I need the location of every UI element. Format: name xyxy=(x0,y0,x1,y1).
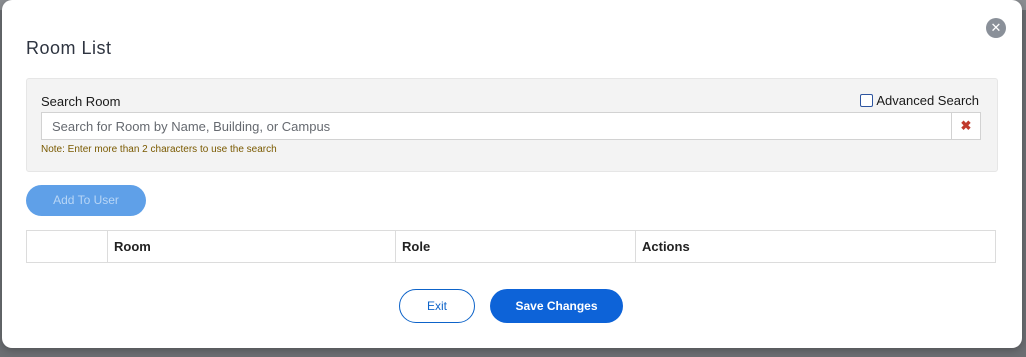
advanced-search-checkbox[interactable] xyxy=(860,94,874,107)
table-header-actions: Actions xyxy=(642,239,690,254)
save-changes-button[interactable]: Save Changes xyxy=(490,289,623,323)
add-to-user-button[interactable]: Add To User xyxy=(26,185,146,216)
exit-button[interactable]: Exit xyxy=(399,289,475,323)
room-table: Room Role Actions xyxy=(26,230,996,263)
close-icon[interactable]: ✕ xyxy=(986,18,1006,38)
advanced-search-label: Advanced Search xyxy=(876,93,979,108)
search-room-label: Search Room xyxy=(41,94,121,109)
table-header-room: Room xyxy=(108,231,396,262)
search-note: Note: Enter more than 2 characters to us… xyxy=(41,144,277,155)
room-list-modal: ✕ Room List Search Room Advanced Search … xyxy=(2,0,1022,348)
advanced-search-toggle[interactable]: Advanced Search xyxy=(860,93,979,108)
clear-search-icon[interactable]: ✖ xyxy=(951,112,981,140)
search-panel: Search Room Advanced Search ✖ Note: Ente… xyxy=(26,78,998,172)
table-header-role: Role xyxy=(396,231,636,262)
search-input[interactable] xyxy=(41,112,951,140)
modal-title: Room List xyxy=(26,38,112,58)
table-header-select xyxy=(27,231,108,262)
